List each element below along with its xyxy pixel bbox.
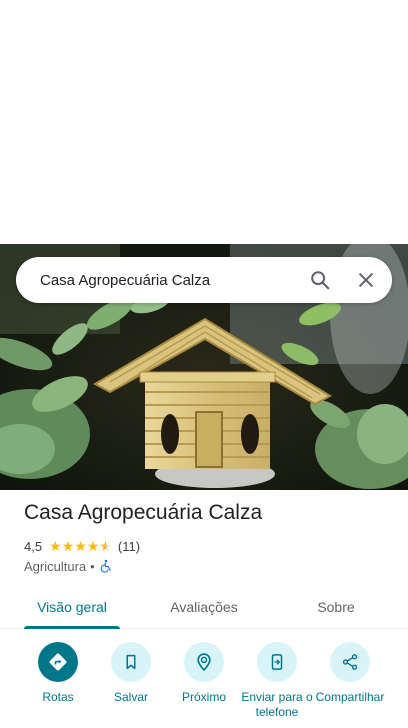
separator-dot: • — [90, 558, 95, 574]
nearby-button[interactable]: Próximo — [166, 642, 242, 705]
send-to-phone-icon — [271, 654, 283, 670]
action-label: Próximo — [181, 690, 226, 704]
share-button-circle — [330, 642, 370, 682]
tab-reviews[interactable]: Avaliações — [156, 586, 252, 628]
search-query[interactable]: Casa Agropecuária Calza — [16, 272, 300, 289]
bookmark-icon — [126, 654, 136, 670]
review-count[interactable]: (11) — [118, 539, 140, 554]
star-icon: ★ — [74, 538, 87, 554]
star-icon: ★ — [49, 538, 62, 554]
send-to-phone-button[interactable]: Enviar para o telefone — [239, 642, 315, 720]
close-icon — [359, 273, 373, 287]
search-bar[interactable]: Casa Agropecuária Calza — [16, 257, 392, 303]
directions-button-circle — [38, 642, 78, 682]
star-icon: ★ — [61, 538, 75, 554]
directions-icon — [49, 653, 67, 671]
action-bar: Rotas Salvar Próximo Enviar para o telef… — [0, 642, 408, 728]
place-title: Casa Agropecuária Calza — [24, 501, 263, 524]
tab-label: Sobre — [317, 599, 355, 615]
category-label: Agricultura — [24, 558, 87, 574]
tab-label: Avaliações — [170, 599, 238, 615]
nearby-icon — [197, 653, 211, 672]
action-label: Enviar para o telefone — [241, 690, 313, 719]
action-label: Salvar — [113, 690, 148, 704]
tab-bar: Visão geral Avaliações Sobre — [0, 586, 408, 629]
tab-overview[interactable]: Visão geral — [24, 586, 120, 629]
star-icon: ★ — [86, 538, 100, 554]
close-button[interactable] — [346, 260, 386, 300]
tab-label: Visão geral — [37, 599, 107, 615]
wheelchair-accessible-icon — [100, 559, 111, 573]
action-label: Compartilhar — [315, 690, 385, 704]
directions-button[interactable]: Rotas — [20, 642, 96, 705]
search-button[interactable] — [300, 260, 340, 300]
half-star-icon: ★ — [99, 539, 112, 553]
tab-about[interactable]: Sobre — [288, 586, 384, 628]
send-to-phone-button-circle — [257, 642, 297, 682]
active-tab-indicator — [24, 626, 120, 629]
action-label: Rotas — [42, 690, 74, 704]
save-button[interactable]: Salvar — [93, 642, 169, 705]
search-icon — [311, 271, 330, 290]
category-row: Agricultura • — [24, 557, 113, 575]
save-button-circle — [111, 642, 151, 682]
rating-value: 4,5 — [24, 538, 43, 554]
rating-row[interactable]: 4,5 ★ ★ ★ ★ ★ (11) — [24, 537, 140, 555]
nearby-button-circle — [184, 642, 224, 682]
map-area — [0, 0, 408, 244]
share-icon — [342, 654, 358, 670]
star-rating: ★ ★ ★ ★ ★ — [49, 539, 112, 553]
share-button[interactable]: Compartilhar — [312, 642, 388, 705]
